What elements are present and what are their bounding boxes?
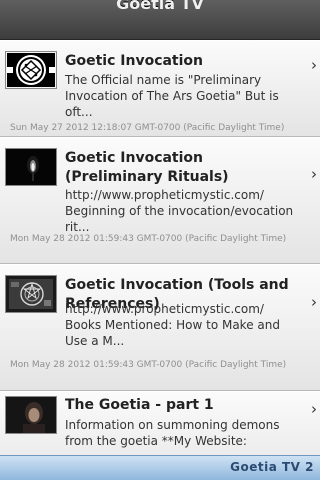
list-item[interactable]: Goetic Invocation The Official name is "… [0,40,320,137]
video-list[interactable]: Goetic Invocation The Official name is "… [0,40,320,455]
sigil-thumbnail [5,51,57,89]
item-title: The Goetia - part 1 [65,397,214,413]
item-description: http://www.propheticmystic.com/ Beginnin… [65,188,294,234]
item-description: http://www.propheticmystic.com/ Books Me… [65,302,280,348]
item-date: Mon May 28 2012 01:59:43 GMT-0700 (Pacif… [10,234,287,244]
item-date: Sun May 27 2012 12:18:07 GMT-0700 (Pacif… [10,123,285,133]
item-description: The Official name is "Preliminary Invoca… [65,73,279,119]
person-thumbnail [5,396,57,434]
item-description: Information on summoning demons from the… [65,418,280,448]
app-title: Goetia TV [116,0,204,13]
item-date: Mon May 28 2012 01:59:43 GMT-0700 (Pacif… [10,360,287,370]
chevron-right-icon: › [311,293,317,311]
circle-diagram-thumbnail [5,275,57,313]
app-window: Goetia TV Goetic Invocation The Official… [0,0,320,480]
item-title: Goetic Invocation (Preliminary Rituals) [65,150,229,185]
chevron-right-icon: › [311,56,317,74]
app-header: Goetia TV [0,0,320,40]
goetia-tv-2-link[interactable]: Goetia TV 2 [230,460,314,474]
list-item[interactable]: Goetic Invocation (Preliminary Rituals) … [0,137,320,264]
list-item[interactable]: Goetic Invocation (Tools and References)… [0,264,320,391]
item-title: Goetic Invocation [65,53,204,69]
chevron-right-icon: › [311,165,317,183]
candle-thumbnail [5,148,57,186]
footer-bar: Goetia TV 2 [0,455,320,480]
chevron-right-icon: › [311,400,317,418]
list-item[interactable]: The Goetia - part 1 Information on summo… [0,391,320,455]
